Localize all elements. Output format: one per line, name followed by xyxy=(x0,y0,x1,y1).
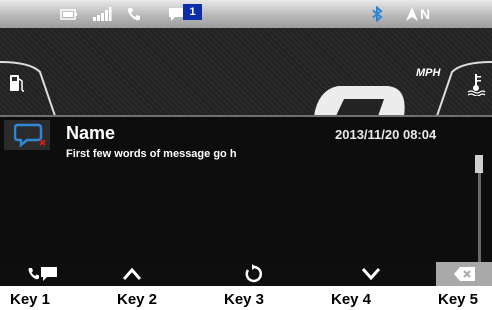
notification-count-badge: 1 xyxy=(183,4,202,20)
engine-temperature-icon xyxy=(467,74,486,96)
speed-unit-label: MPH xyxy=(416,67,441,79)
key4-down-button[interactable] xyxy=(341,262,401,286)
call-message-icon xyxy=(28,267,57,281)
key3-label: Key 3 xyxy=(224,291,265,308)
key1-label: Key 1 xyxy=(10,291,51,308)
scrollbar-thumb[interactable] xyxy=(475,155,483,173)
bluetooth-icon xyxy=(372,6,383,22)
key4-label: Key 4 xyxy=(331,291,372,308)
message-notification-icon xyxy=(169,8,183,21)
message-panel: Name 2013/11/20 08:04 First few words of… xyxy=(0,115,492,263)
message-sender[interactable]: Name xyxy=(66,123,115,144)
battery-icon xyxy=(60,9,77,20)
sms-unread-icon xyxy=(14,123,46,148)
key2-label: Key 2 xyxy=(117,291,158,308)
key5-label: Key 5 xyxy=(438,291,479,308)
delete-icon xyxy=(454,267,475,281)
phone-handset-icon xyxy=(128,8,140,21)
message-datetime: 2013/11/20 08:04 xyxy=(335,127,437,142)
head-unit-screen: 1 N MPH Name 2013/11/20 08:04 First few … xyxy=(0,0,492,286)
navigation-arrow-icon xyxy=(406,7,418,21)
dashboard-strip: MPH xyxy=(0,28,492,116)
signal-bars-icon xyxy=(93,7,112,21)
key5-delete-button[interactable] xyxy=(436,262,492,286)
softkey-bar xyxy=(0,262,492,286)
message-preview[interactable]: First few words of message go h xyxy=(66,148,237,160)
key1-call-message-button[interactable] xyxy=(14,262,74,286)
fuel-pump-icon xyxy=(10,75,25,92)
chevron-up-icon xyxy=(122,267,142,280)
scrollbar-track[interactable] xyxy=(478,162,481,262)
chevron-down-icon xyxy=(361,268,381,281)
status-bar: 1 N xyxy=(0,0,492,28)
refresh-icon xyxy=(245,264,262,283)
message-icon-box xyxy=(4,120,50,150)
key3-refresh-button[interactable] xyxy=(223,262,283,286)
nav-heading-indicator: N xyxy=(420,6,431,22)
key2-up-button[interactable] xyxy=(102,262,162,286)
